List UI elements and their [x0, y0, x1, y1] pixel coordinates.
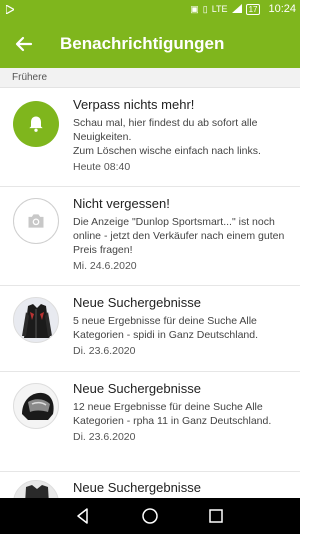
notification-title: Neue Suchergebnisse	[73, 381, 201, 396]
notification-body: Schau mal, hier findest du ab sofort all…	[73, 117, 261, 157]
bell-icon	[13, 101, 59, 147]
battery-level: 17	[245, 3, 261, 15]
notification-title: Verpass nichts mehr!	[73, 97, 195, 112]
notification-date: Di. 23.6.2020	[73, 431, 136, 443]
notification-item[interactable]: Neue Suchergebnisse	[0, 472, 300, 498]
play-store-icon	[5, 3, 16, 16]
vibrate-icon: ▯	[202, 3, 208, 14]
back-triangle-icon[interactable]	[74, 507, 92, 525]
nfc-icon: ▣	[190, 3, 199, 14]
notification-body: 5 neue Ergebnisse für deine Suche Alle K…	[73, 315, 259, 341]
home-circle-icon[interactable]	[141, 507, 159, 525]
navigation-bar	[0, 498, 300, 534]
notification-item[interactable]: Neue Suchergebnisse 5 neue Ergebnisse fü…	[0, 286, 300, 372]
jacket-thumbnail	[13, 297, 59, 343]
notification-item[interactable]: Verpass nichts mehr! Schau mal, hier fin…	[0, 88, 300, 187]
status-icons: ▣ ▯ LTE 17 10:24	[190, 3, 296, 15]
notification-date: Heute 08:40	[73, 161, 131, 173]
notification-title: Neue Suchergebnisse	[73, 295, 201, 310]
notification-item[interactable]: Neue Suchergebnisse 12 neue Ergebnisse f…	[0, 372, 300, 472]
notification-title: Neue Suchergebnisse	[73, 480, 201, 495]
arrow-left-icon[interactable]	[12, 32, 36, 56]
jacket-thumbnail	[13, 480, 59, 498]
notification-date: Di. 23.6.2020	[73, 345, 136, 357]
section-label: Frühere	[12, 72, 48, 83]
notification-item[interactable]: Nicht vergessen! Die Anzeige "Dunlop Spo…	[0, 187, 300, 286]
notification-body: 12 neue Ergebnisse für deine Suche Alle …	[73, 401, 272, 427]
app-bar: Benachrichtigungen	[0, 20, 300, 68]
clock: 10:24	[268, 3, 296, 15]
notification-body: Die Anzeige "Dunlop Sportsmart..." ist n…	[73, 216, 285, 256]
status-bar: ▣ ▯ LTE 17 10:24	[0, 0, 300, 20]
recents-square-icon[interactable]	[207, 507, 225, 525]
page-title: Benachrichtigungen	[60, 34, 225, 53]
network-type: LTE	[211, 4, 228, 14]
signal-icon	[231, 3, 242, 15]
notification-title: Nicht vergessen!	[73, 196, 170, 211]
notification-date: Mi. 24.6.2020	[73, 260, 137, 272]
notification-list: Verpass nichts mehr! Schau mal, hier fin…	[0, 88, 300, 498]
camera-icon	[13, 198, 59, 244]
section-header: Frühere	[0, 68, 300, 88]
helmet-thumbnail	[13, 383, 59, 429]
